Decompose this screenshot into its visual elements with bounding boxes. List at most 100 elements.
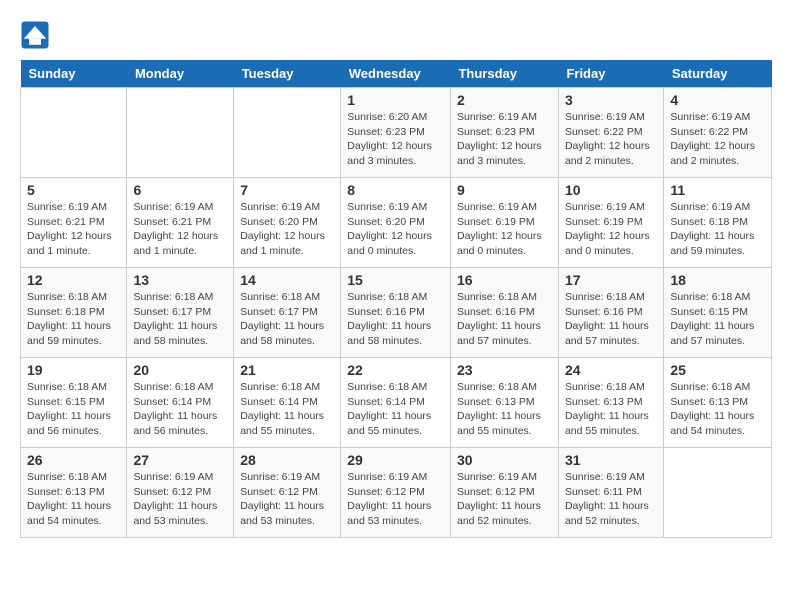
day-info: Sunrise: 6:18 AMSunset: 6:13 PMDaylight:… bbox=[27, 470, 120, 529]
day-info: Sunrise: 6:18 AMSunset: 6:15 PMDaylight:… bbox=[27, 380, 120, 439]
day-number: 28 bbox=[240, 452, 334, 468]
calendar-table: SundayMondayTuesdayWednesdayThursdayFrid… bbox=[20, 60, 772, 538]
calendar-cell-w3d4: 15Sunrise: 6:18 AMSunset: 6:16 PMDayligh… bbox=[341, 268, 451, 358]
day-info: Sunrise: 6:19 AMSunset: 6:22 PMDaylight:… bbox=[565, 110, 657, 169]
calendar-cell-w1d1 bbox=[21, 88, 127, 178]
calendar-body: 1Sunrise: 6:20 AMSunset: 6:23 PMDaylight… bbox=[21, 88, 772, 538]
day-info: Sunrise: 6:19 AMSunset: 6:19 PMDaylight:… bbox=[457, 200, 552, 259]
day-number: 26 bbox=[27, 452, 120, 468]
calendar-cell-w5d4: 29 Sunrise: 6:19 AMSunset: 6:12 PMDayligh… bbox=[341, 448, 451, 538]
calendar-cell-w2d3: 7 Sunrise: 6:19 AMSunset: 6:20 PMDaylight… bbox=[234, 178, 341, 268]
day-number: 20 bbox=[133, 362, 227, 378]
day-number: 18 bbox=[670, 272, 765, 288]
calendar-cell-w3d3: 14 Sunrise: 6:18 AMSunset: 6:17 PMDayligh… bbox=[234, 268, 341, 358]
day-info: Sunrise: 6:18 AMSunset: 6:13 PMDaylight:… bbox=[457, 380, 552, 439]
day-info: Sunrise: 6:19 AMSunset: 6:12 PMDaylight:… bbox=[457, 470, 552, 529]
day-info: Sunrise: 6:18 AMSunset: 6:15 PMDaylight:… bbox=[670, 290, 765, 349]
day-info: Sunrise: 6:19 AMSunset: 6:12 PMDaylight:… bbox=[133, 470, 227, 529]
calendar-cell-w5d3: 28 Sunrise: 6:19 AMSunset: 6:12 PMDayligh… bbox=[234, 448, 341, 538]
calendar-cell-w4d3: 21Sunrise: 6:18 AMSunset: 6:14 PMDayligh… bbox=[234, 358, 341, 448]
day-number: 13 bbox=[133, 272, 227, 288]
day-info: Sunrise: 6:18 AMSunset: 6:13 PMDaylight:… bbox=[565, 380, 657, 439]
calendar-cell-w4d5: 23 Sunrise: 6:18 AMSunset: 6:13 PMDayligh… bbox=[450, 358, 558, 448]
calendar-cell-w4d4: 22 Sunrise: 6:18 AMSunset: 6:14 PMDayligh… bbox=[341, 358, 451, 448]
day-info: Sunrise: 6:18 AMSunset: 6:18 PMDaylight:… bbox=[27, 290, 120, 349]
day-info: Sunrise: 6:19 AMSunset: 6:20 PMDaylight:… bbox=[240, 200, 334, 259]
weekday-saturday: Saturday bbox=[664, 60, 772, 88]
day-number: 25 bbox=[670, 362, 765, 378]
day-info: Sunrise: 6:18 AMSunset: 6:14 PMDaylight:… bbox=[347, 380, 444, 439]
calendar-cell-w5d7 bbox=[664, 448, 772, 538]
day-info: Sunrise: 6:19 AMSunset: 6:12 PMDaylight:… bbox=[347, 470, 444, 529]
weekday-tuesday: Tuesday bbox=[234, 60, 341, 88]
day-info: Sunrise: 6:19 AMSunset: 6:23 PMDaylight:… bbox=[457, 110, 552, 169]
calendar-week-2: 5Sunrise: 6:19 AMSunset: 6:21 PMDaylight… bbox=[21, 178, 772, 268]
calendar-cell-w3d7: 18 Sunrise: 6:18 AMSunset: 6:15 PMDayligh… bbox=[664, 268, 772, 358]
weekday-thursday: Thursday bbox=[450, 60, 558, 88]
calendar-cell-w1d4: 1Sunrise: 6:20 AMSunset: 6:23 PMDaylight… bbox=[341, 88, 451, 178]
calendar-cell-w1d6: 3 Sunrise: 6:19 AMSunset: 6:22 PMDaylight… bbox=[558, 88, 663, 178]
calendar-cell-w5d2: 27 Sunrise: 6:19 AMSunset: 6:12 PMDayligh… bbox=[127, 448, 234, 538]
calendar-cell-w2d7: 11 Sunrise: 6:19 AMSunset: 6:18 PMDayligh… bbox=[664, 178, 772, 268]
day-number: 7 bbox=[240, 182, 334, 198]
day-number: 31 bbox=[565, 452, 657, 468]
day-info: Sunrise: 6:18 AMSunset: 6:14 PMDaylight:… bbox=[133, 380, 227, 439]
day-number: 30 bbox=[457, 452, 552, 468]
day-number: 4 bbox=[670, 92, 765, 108]
day-number: 1 bbox=[347, 92, 444, 108]
day-info: Sunrise: 6:19 AMSunset: 6:20 PMDaylight:… bbox=[347, 200, 444, 259]
weekday-header-row: SundayMondayTuesdayWednesdayThursdayFrid… bbox=[21, 60, 772, 88]
calendar-cell-w2d6: 10 Sunrise: 6:19 AMSunset: 6:19 PMDayligh… bbox=[558, 178, 663, 268]
day-number: 22 bbox=[347, 362, 444, 378]
calendar-cell-w3d5: 16 Sunrise: 6:18 AMSunset: 6:16 PMDayligh… bbox=[450, 268, 558, 358]
calendar-cell-w4d1: 19 Sunrise: 6:18 AMSunset: 6:15 PMDayligh… bbox=[21, 358, 127, 448]
day-info: Sunrise: 6:19 AMSunset: 6:19 PMDaylight:… bbox=[565, 200, 657, 259]
day-number: 3 bbox=[565, 92, 657, 108]
day-number: 24 bbox=[565, 362, 657, 378]
calendar-cell-w4d2: 20 Sunrise: 6:18 AMSunset: 6:14 PMDayligh… bbox=[127, 358, 234, 448]
day-number: 16 bbox=[457, 272, 552, 288]
calendar-week-5: 26 Sunrise: 6:18 AMSunset: 6:13 PMDayligh… bbox=[21, 448, 772, 538]
day-number: 29 bbox=[347, 452, 444, 468]
logo bbox=[20, 20, 54, 50]
day-number: 19 bbox=[27, 362, 120, 378]
day-number: 2 bbox=[457, 92, 552, 108]
calendar-cell-w5d5: 30 Sunrise: 6:19 AMSunset: 6:12 PMDayligh… bbox=[450, 448, 558, 538]
calendar-cell-w5d6: 31 Sunrise: 6:19 AMSunset: 6:11 PMDayligh… bbox=[558, 448, 663, 538]
day-number: 23 bbox=[457, 362, 552, 378]
calendar-week-3: 12Sunrise: 6:18 AMSunset: 6:18 PMDayligh… bbox=[21, 268, 772, 358]
weekday-friday: Friday bbox=[558, 60, 663, 88]
day-number: 17 bbox=[565, 272, 657, 288]
calendar-cell-w2d5: 9Sunrise: 6:19 AMSunset: 6:19 PMDaylight… bbox=[450, 178, 558, 268]
logo-icon bbox=[20, 20, 50, 50]
calendar-week-4: 19 Sunrise: 6:18 AMSunset: 6:15 PMDayligh… bbox=[21, 358, 772, 448]
calendar-week-1: 1Sunrise: 6:20 AMSunset: 6:23 PMDaylight… bbox=[21, 88, 772, 178]
day-number: 15 bbox=[347, 272, 444, 288]
calendar-cell-w5d1: 26 Sunrise: 6:18 AMSunset: 6:13 PMDayligh… bbox=[21, 448, 127, 538]
day-number: 6 bbox=[133, 182, 227, 198]
day-info: Sunrise: 6:18 AMSunset: 6:16 PMDaylight:… bbox=[457, 290, 552, 349]
calendar-cell-w1d2 bbox=[127, 88, 234, 178]
calendar-cell-w1d5: 2 Sunrise: 6:19 AMSunset: 6:23 PMDaylight… bbox=[450, 88, 558, 178]
calendar-cell-w1d7: 4Sunrise: 6:19 AMSunset: 6:22 PMDaylight… bbox=[664, 88, 772, 178]
day-info: Sunrise: 6:19 AMSunset: 6:11 PMDaylight:… bbox=[565, 470, 657, 529]
day-number: 10 bbox=[565, 182, 657, 198]
calendar-cell-w4d6: 24 Sunrise: 6:18 AMSunset: 6:13 PMDayligh… bbox=[558, 358, 663, 448]
day-info: Sunrise: 6:18 AMSunset: 6:17 PMDaylight:… bbox=[240, 290, 334, 349]
day-info: Sunrise: 6:19 AMSunset: 6:12 PMDaylight:… bbox=[240, 470, 334, 529]
day-info: Sunrise: 6:19 AMSunset: 6:18 PMDaylight:… bbox=[670, 200, 765, 259]
calendar-cell-w2d1: 5Sunrise: 6:19 AMSunset: 6:21 PMDaylight… bbox=[21, 178, 127, 268]
day-info: Sunrise: 6:18 AMSunset: 6:13 PMDaylight:… bbox=[670, 380, 765, 439]
calendar-cell-w4d7: 25 Sunrise: 6:18 AMSunset: 6:13 PMDayligh… bbox=[664, 358, 772, 448]
day-number: 27 bbox=[133, 452, 227, 468]
calendar-cell-w2d2: 6 Sunrise: 6:19 AMSunset: 6:21 PMDaylight… bbox=[127, 178, 234, 268]
day-number: 14 bbox=[240, 272, 334, 288]
day-info: Sunrise: 6:19 AMSunset: 6:21 PMDaylight:… bbox=[133, 200, 227, 259]
weekday-monday: Monday bbox=[127, 60, 234, 88]
calendar-cell-w2d4: 8Sunrise: 6:19 AMSunset: 6:20 PMDaylight… bbox=[341, 178, 451, 268]
day-number: 11 bbox=[670, 182, 765, 198]
calendar-cell-w1d3 bbox=[234, 88, 341, 178]
weekday-sunday: Sunday bbox=[21, 60, 127, 88]
calendar-cell-w3d2: 13Sunrise: 6:18 AMSunset: 6:17 PMDayligh… bbox=[127, 268, 234, 358]
day-info: Sunrise: 6:18 AMSunset: 6:16 PMDaylight:… bbox=[565, 290, 657, 349]
